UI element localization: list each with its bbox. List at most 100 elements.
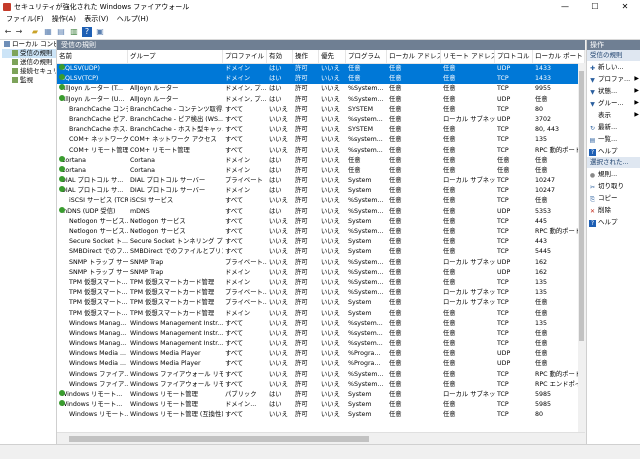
action-item[interactable]: ▼ グルー... ▶ <box>587 97 640 109</box>
table-row[interactable]: TPM 仮想スマート... TPM 仮想スマートカード管理 ドメイン いいえ 許可 いいえ… <box>57 309 585 319</box>
table-row[interactable]: AllJoyn ルーター (U... AllJoyn ルーター ドメイン, プ...… <box>57 94 585 105</box>
rule-name-cell: Secure Socket ト... <box>57 237 128 247</box>
column-header-enabled[interactable]: 有効 <box>267 50 293 63</box>
help-icon[interactable]: ? <box>82 27 92 37</box>
table-row[interactable]: BranchCache コンテ...BranchCache - コンテンツ取得.… <box>57 105 585 115</box>
table-row[interactable]: COM+ ネットワーク...COM+ ネットワーク アクセスすべていいえ許可いい… <box>57 135 585 145</box>
cell-program: System <box>348 309 372 317</box>
table-row[interactable]: Windows ファイア...Windows ファイアウォール リモー...すべ… <box>57 370 585 380</box>
menu-help[interactable]: ヘルプ(H) <box>117 14 149 25</box>
column-header-group[interactable]: グループ <box>128 50 223 63</box>
back-arrow-icon[interactable]: ← <box>3 27 13 37</box>
table-row[interactable]: Cortana Cortana ドメイン はい 許可 いいえ 任意 任意 任意 任意 任意 <box>57 165 585 176</box>
table-row[interactable]: iSCSI サービス (TCR...iSCSI サービスすべていいえ許可いいえ%… <box>57 196 585 206</box>
export-list-icon[interactable]: ▥ <box>69 27 79 37</box>
tree-item[interactable]: 監視 <box>2 76 56 85</box>
column-header-profile[interactable]: プロファイル <box>223 50 267 63</box>
action-item[interactable]: ? ヘルプ <box>587 145 640 157</box>
table-row[interactable]: Windows Manag... Windows Management Instr… <box>57 319 585 329</box>
menu-action[interactable]: 操作(A) <box>52 14 76 25</box>
tree-item[interactable]: 接続セキュリティ <box>2 67 56 76</box>
cell-enabled: いいえ <box>269 238 288 246</box>
table-row[interactable]: Windows リモート... Windows リモート管理 パブリック はい 許可 いい… <box>57 390 585 400</box>
table-row[interactable]: Windows Media ... Windows Media Player すべて… <box>57 349 585 359</box>
table-row[interactable]: SQLSV(TCP) ドメイン はい 許可 いいえ 任意 任意 任意 TCP 1433 <box>57 74 585 85</box>
action-item[interactable]: ↻ 最新... <box>587 121 640 133</box>
cell-local: 任意 <box>389 289 402 297</box>
cell-remote: 任意 <box>443 380 456 388</box>
table-row[interactable]: Secure Socket ト... Secure Socket トンネリング プ… <box>57 237 585 247</box>
table-row[interactable]: SNMP トラップ サー...SNMP Trapプライベート...いいえ許可いい… <box>57 258 585 268</box>
column-header-name[interactable]: 名前 <box>57 50 128 63</box>
table-row[interactable]: TPM 仮想スマート... TPM 仮想スマートカード管理 プライベート... いいえ… <box>57 288 585 298</box>
table-row[interactable]: DIAL プロトコル サ... DIAL プロトコル サーバー ドメイン はい 許可 いい… <box>57 186 585 196</box>
cell-action: 許可 <box>295 401 308 409</box>
column-header-port[interactable]: ローカル ポート <box>533 50 585 63</box>
table-row[interactable]: Windows リモート... Windows リモート管理 (互換性) すべて いい… <box>57 410 585 420</box>
cell-proto: TCP <box>497 248 509 256</box>
action-pane-icon[interactable]: ▣ <box>95 27 105 37</box>
action-item[interactable]: ● 規則... <box>587 168 640 180</box>
table-row[interactable]: Windows ファイア...Windows ファイアウォール リモー...すべ… <box>57 380 585 390</box>
action-item[interactable]: ▼ 状態... ▶ <box>587 85 640 97</box>
action-item[interactable]: ▼ プロファ... ▶ <box>587 73 640 85</box>
table-row[interactable]: Windows Manag... Windows Management Instr… <box>57 339 585 349</box>
minimize-button[interactable]: — <box>550 0 580 14</box>
actions-section-inbound[interactable]: 受信の規則 <box>587 50 640 61</box>
forward-arrow-icon[interactable]: → <box>14 27 24 37</box>
action-item[interactable]: ▤ 一覧... <box>587 133 640 145</box>
column-header-local[interactable]: ローカル アドレス <box>387 50 441 63</box>
cell-proto: TCP <box>497 238 509 246</box>
scroll-thumb[interactable] <box>69 436 369 442</box>
table-row[interactable]: SMBDirect でのフ...SMBDirect でのファイルとプリン...す… <box>57 247 585 257</box>
table-row[interactable]: TPM 仮想スマート... TPM 仮想スマートカード管理 プライベート... いいえ… <box>57 298 585 308</box>
menu-file[interactable]: ファイル(F) <box>6 14 44 25</box>
table-row[interactable]: AllJoyn ルーター (T... AllJoyn ルーター ドメイン, プ...… <box>57 84 585 94</box>
tree-item[interactable]: 送信の規則 <box>2 58 56 67</box>
action-item[interactable]: ? ヘルプ <box>587 216 640 228</box>
column-header-remote[interactable]: リモート アドレス <box>441 50 495 63</box>
column-header-program[interactable]: プログラム <box>346 50 387 63</box>
scroll-thumb[interactable] <box>579 71 584 341</box>
rule-name: Windows Media ... <box>69 350 127 358</box>
action-label: 規則... <box>598 170 618 178</box>
table-row[interactable]: COM+ リモート管理...COM+ リモート管理すべていいえ許可いいえ%sys… <box>57 146 585 156</box>
table-row[interactable]: Windows リモート... Windows リモート管理 ドメイン... はい 許可… <box>57 400 585 410</box>
cell-profile: すべて <box>225 340 244 348</box>
table-row[interactable]: mDNS (UDP 受信) mDNS すべて はい 許可 いいえ %System... 任意 任… <box>57 206 585 217</box>
table-row[interactable]: SQLSV(UDP) ドメイン はい 許可 いいえ 任意 任意 任意 UDP 1433 <box>57 64 585 75</box>
table-row[interactable]: DIAL プロトコル サ... DIAL プロトコル サーバー プライベート はい 許可… <box>57 176 585 186</box>
action-item[interactable]: ✚ 新しい... <box>587 61 640 73</box>
close-button[interactable]: ✕ <box>610 0 640 14</box>
cell-proto: TCP <box>497 85 509 93</box>
table-row[interactable]: Netlogon サービス... Netlogon サービス すべて いいえ 許可 いいえ… <box>57 227 585 237</box>
filter-icon: ▼ <box>590 89 595 96</box>
cell-remote: 任意 <box>443 360 456 368</box>
menu-view[interactable]: 表示(V) <box>84 14 108 25</box>
properties-icon[interactable]: ▤ <box>56 27 66 37</box>
vertical-scrollbar[interactable] <box>578 63 585 432</box>
tree-item[interactable]: 受信の規則 <box>2 49 56 58</box>
show-hide-tree-icon[interactable]: ▦ <box>43 27 53 37</box>
table-row[interactable]: TPM 仮想スマート... TPM 仮想スマートカード管理 ドメイン いいえ 許可 いいえ… <box>57 278 585 288</box>
folder-up-icon[interactable]: ▰ <box>30 27 40 37</box>
table-row[interactable]: Windows Manag... Windows Management Instr… <box>57 329 585 339</box>
rule-name-cell: TPM 仮想スマート... <box>57 309 128 319</box>
action-item[interactable]: 表示 ▶ <box>587 109 640 121</box>
table-row[interactable]: Cortana Cortana ドメイン はい 許可 いいえ 任意 任意 任意 任意 任意 <box>57 155 585 166</box>
table-row[interactable]: BranchCache ホス... BranchCache - ホスト型キャッ..… <box>57 125 585 135</box>
column-header-proto[interactable]: プロトコル <box>495 50 533 63</box>
maximize-button[interactable]: ☐ <box>580 0 610 14</box>
tree-item[interactable]: ローカル コンピュー <box>2 40 56 49</box>
table-row[interactable]: Netlogon サービス... Netlogon サービス すべて いいえ 許可 いいえ… <box>57 217 585 227</box>
rule-name-cell: SQLSV(UDP) <box>57 64 128 74</box>
action-item[interactable]: ✂ 切り取り <box>587 180 640 192</box>
action-item[interactable]: ✕ 削除 <box>587 204 640 216</box>
action-item[interactable]: ⎘ コピー <box>587 192 640 204</box>
table-row[interactable]: Windows Media ... Windows Media Player すべて… <box>57 359 585 369</box>
table-row[interactable]: SNMP トラップ サー...SNMP Trapドメインいいえ許可いいえ%Sys… <box>57 268 585 278</box>
table-row[interactable]: BranchCache ピア... BranchCache - ピア検出 (WS.… <box>57 115 585 125</box>
column-header-action[interactable]: 操作 <box>293 50 319 63</box>
actions-section-selected[interactable]: 選択された... <box>587 157 640 168</box>
column-header-override[interactable]: 優先 <box>319 50 346 63</box>
